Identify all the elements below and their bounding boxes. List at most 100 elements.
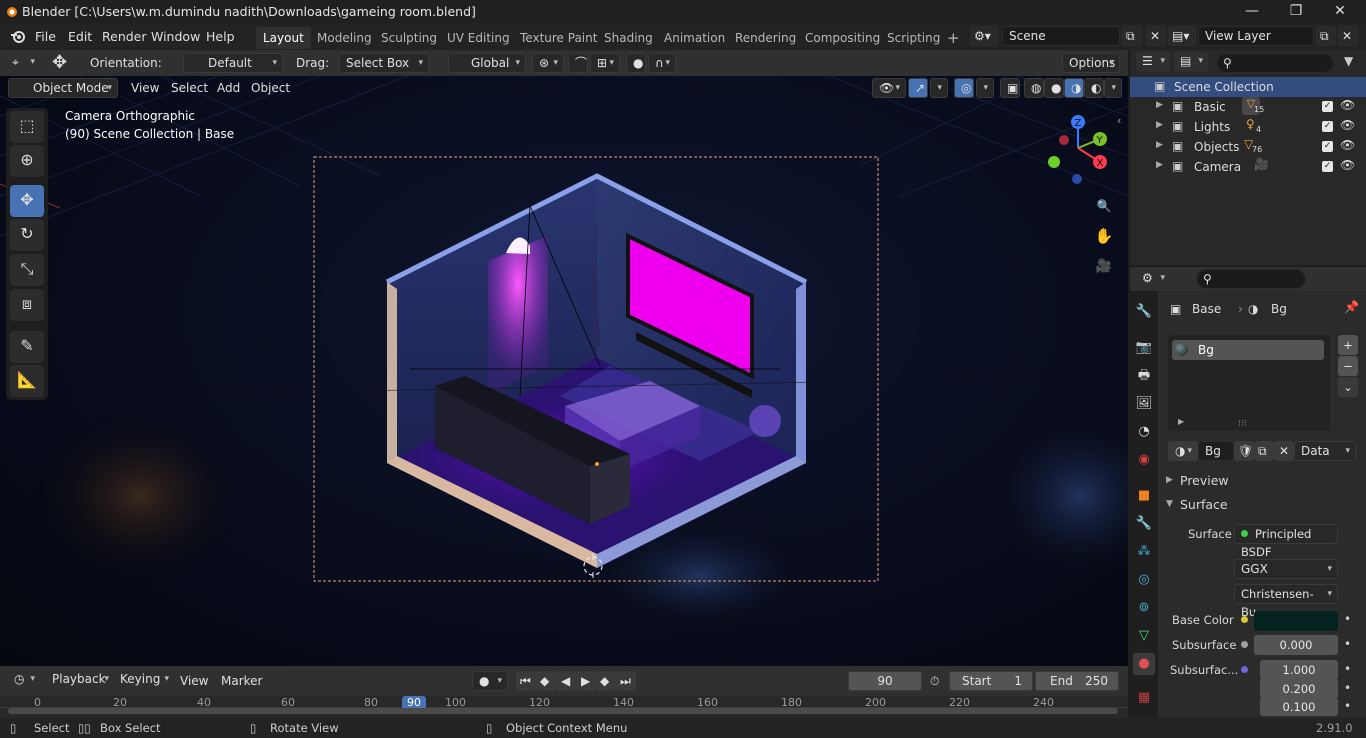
outliner-scene-collection[interactable]: ▣ Scene Collection bbox=[1130, 77, 1366, 97]
proportional-edit-icon[interactable]: ● bbox=[626, 53, 646, 73]
measure-tool-icon[interactable]: 📐 bbox=[10, 365, 44, 397]
eye-icon[interactable]: 👁 bbox=[1340, 158, 1355, 172]
fake-user-icon[interactable]: 🛡 bbox=[1234, 441, 1254, 461]
physics-tab-icon[interactable]: ◎ bbox=[1133, 569, 1155, 591]
constraints-tab-icon[interactable]: ⊚ bbox=[1133, 597, 1155, 619]
cursor-tool-icon[interactable]: ⊕ bbox=[10, 145, 44, 177]
viewport-menu-view[interactable]: View bbox=[131, 81, 159, 95]
eye-icon[interactable]: 👁 bbox=[1340, 118, 1355, 132]
snap-target-icon[interactable]: ⊞ ▾ bbox=[590, 53, 620, 73]
material-slot-item[interactable]: Bg bbox=[1172, 340, 1324, 360]
menu-render[interactable]: Render bbox=[102, 29, 147, 44]
maximize-button[interactable]: ❐ bbox=[1276, 0, 1316, 23]
subsurface-method-dropdown[interactable]: Christensen-Bu...▾ bbox=[1234, 584, 1338, 619]
xray-icon[interactable]: ▣ bbox=[1000, 78, 1020, 98]
outliner-item-lights[interactable]: ▶ ▣ Lights ♀ 4 ✓ 👁 bbox=[1130, 117, 1366, 137]
eye-icon[interactable]: 👁 bbox=[1340, 138, 1355, 152]
render-tab-icon[interactable]: 📷 bbox=[1133, 337, 1155, 359]
radius-z-field[interactable]: 0.100 bbox=[1260, 698, 1338, 716]
world-tab-icon[interactable]: ◉ bbox=[1133, 449, 1155, 471]
remove-slot-button[interactable]: − bbox=[1338, 356, 1358, 376]
timeline-area[interactable]: 0 20 40 60 80 90 100 120 140 160 180 200… bbox=[0, 696, 1128, 718]
rotate-tool-icon[interactable]: ↻ bbox=[10, 219, 44, 251]
object-mode-dropdown[interactable]: Object Mode ▾ bbox=[8, 78, 118, 98]
tab-compositing[interactable]: Compositing bbox=[798, 27, 887, 49]
tab-modeling[interactable]: Modeling bbox=[310, 27, 379, 49]
timeline-editor-type-icon[interactable]: ◷ ▾ bbox=[8, 670, 40, 690]
jump-keyframe-back-icon[interactable]: ◆ bbox=[536, 671, 556, 691]
tab-rendering[interactable]: Rendering bbox=[728, 27, 803, 49]
delete-view-layer-icon[interactable]: ✕ bbox=[1338, 26, 1358, 46]
camera-view-icon[interactable]: 🎥 bbox=[1093, 256, 1115, 278]
preview-expand-icon[interactable]: ▶ bbox=[1166, 475, 1173, 485]
duplicate-material-icon[interactable]: ⧉ bbox=[1254, 441, 1274, 461]
properties-search-input[interactable]: ⚲ bbox=[1196, 269, 1306, 289]
material-tab-icon[interactable]: ● bbox=[1133, 653, 1155, 675]
pin-icon[interactable]: 📌 bbox=[1344, 300, 1359, 314]
timeline-menu-marker[interactable]: Marker bbox=[221, 674, 262, 688]
browse-material-icon[interactable]: ◑ ▾ bbox=[1168, 441, 1198, 461]
output-tab-icon[interactable]: 🖶 bbox=[1133, 365, 1155, 387]
exclude-checkbox[interactable]: ✓ bbox=[1322, 161, 1333, 172]
gizmo-icon[interactable]: ↗ bbox=[908, 78, 928, 98]
close-button[interactable]: ✕ bbox=[1320, 0, 1360, 23]
current-frame-field[interactable]: 90 bbox=[848, 671, 922, 691]
add-slot-button[interactable]: + bbox=[1338, 335, 1358, 355]
subsurface-field[interactable]: 0.000 bbox=[1254, 635, 1338, 655]
visibility-icon[interactable]: 👁 ▾ bbox=[872, 78, 906, 98]
overlays-icon[interactable]: ◎ bbox=[954, 78, 974, 98]
start-frame-field[interactable]: Start 1 bbox=[949, 671, 1033, 691]
scene-name-field[interactable]: Scene bbox=[1002, 26, 1120, 46]
delete-scene-icon[interactable]: ✕ bbox=[1146, 26, 1166, 46]
modifier-tab-icon[interactable]: 🔧 bbox=[1133, 513, 1155, 535]
radius-y-field[interactable]: 0.200 bbox=[1260, 679, 1338, 699]
viewport-menu-object[interactable]: Object bbox=[251, 81, 290, 95]
move-tool-button-icon[interactable]: ✥ bbox=[10, 185, 44, 217]
end-frame-field[interactable]: End 250 bbox=[1035, 671, 1119, 691]
timeline-menu-view[interactable]: View bbox=[180, 674, 208, 688]
surface-collapse-icon[interactable]: ▼ bbox=[1166, 499, 1173, 509]
viewport-menu-select[interactable]: Select bbox=[171, 81, 208, 95]
slot-specials-icon[interactable]: ⌄ bbox=[1338, 377, 1358, 397]
navigation-gizmo[interactable]: Z Y X bbox=[1040, 112, 1120, 192]
float-socket-icon[interactable] bbox=[1241, 641, 1248, 648]
shading-dropdown-icon[interactable]: ▾ bbox=[1104, 78, 1122, 98]
exclude-checkbox[interactable]: ✓ bbox=[1322, 101, 1333, 112]
new-view-layer-icon[interactable]: ⧉ bbox=[1316, 26, 1336, 46]
keyframe-dot-icon[interactable]: • bbox=[1344, 699, 1351, 713]
tab-scripting[interactable]: Scripting bbox=[880, 27, 947, 49]
expand-arrow-icon[interactable]: ▶ bbox=[1156, 100, 1163, 110]
view-layer-field[interactable]: View Layer bbox=[1198, 26, 1314, 46]
link-dropdown[interactable]: Data ▾ bbox=[1294, 441, 1356, 461]
object-tab-icon[interactable]: ■ bbox=[1133, 485, 1155, 507]
transform-orientation-dropdown[interactable]: Global ▾ bbox=[448, 53, 526, 73]
scale-tool-icon[interactable]: ⤡ bbox=[10, 254, 44, 286]
outliner-filter-icon[interactable]: ▼ bbox=[1344, 54, 1353, 68]
outliner-item-basic[interactable]: ▶ ▣ Basic ▽ 15 ✓ 👁 bbox=[1130, 97, 1366, 117]
keyframe-dot-icon[interactable]: • bbox=[1344, 681, 1351, 695]
outliner-editor-type-icon[interactable]: ☰ ▾ bbox=[1136, 52, 1170, 72]
overlays-dropdown-icon[interactable]: ▾ bbox=[976, 78, 994, 98]
vector-socket-icon[interactable] bbox=[1241, 666, 1248, 673]
play-icon[interactable]: ▶ bbox=[576, 671, 596, 691]
viewport-menu-add[interactable]: Add bbox=[217, 81, 240, 95]
editor-type-icon[interactable]: ⌖ ▾ bbox=[6, 53, 40, 73]
expand-arrow-icon[interactable]: ▶ bbox=[1156, 120, 1163, 130]
scene-tab-icon[interactable]: ◔ bbox=[1133, 421, 1155, 443]
tab-shading[interactable]: Shading bbox=[597, 27, 660, 49]
radius-x-field[interactable]: 1.000 bbox=[1260, 660, 1338, 680]
outliner-item-objects[interactable]: ▶ ▣ Objects ▽ 76 ✓ 👁 bbox=[1130, 137, 1366, 157]
annotate-tool-icon[interactable]: ✎ bbox=[10, 331, 44, 363]
exclude-checkbox[interactable]: ✓ bbox=[1322, 141, 1333, 152]
timeline-scrollbar[interactable] bbox=[8, 708, 1118, 714]
data-tab-icon[interactable]: ▽ bbox=[1133, 625, 1155, 647]
keyframe-dot-icon[interactable]: • bbox=[1344, 637, 1351, 651]
pan-hand-icon[interactable]: ✋ bbox=[1093, 225, 1115, 247]
menu-window[interactable]: Window bbox=[151, 29, 200, 44]
keying-menu[interactable]: Keying ▾ bbox=[114, 670, 174, 690]
transform-tool-icon[interactable]: ⧈ bbox=[10, 289, 44, 321]
color-socket-icon[interactable] bbox=[1241, 616, 1248, 623]
rendered-shading-icon[interactable]: ◐ bbox=[1084, 78, 1104, 98]
outliner-search-input[interactable]: ⚲ bbox=[1216, 53, 1334, 73]
expand-arrow-icon[interactable]: ▶ bbox=[1156, 160, 1163, 170]
